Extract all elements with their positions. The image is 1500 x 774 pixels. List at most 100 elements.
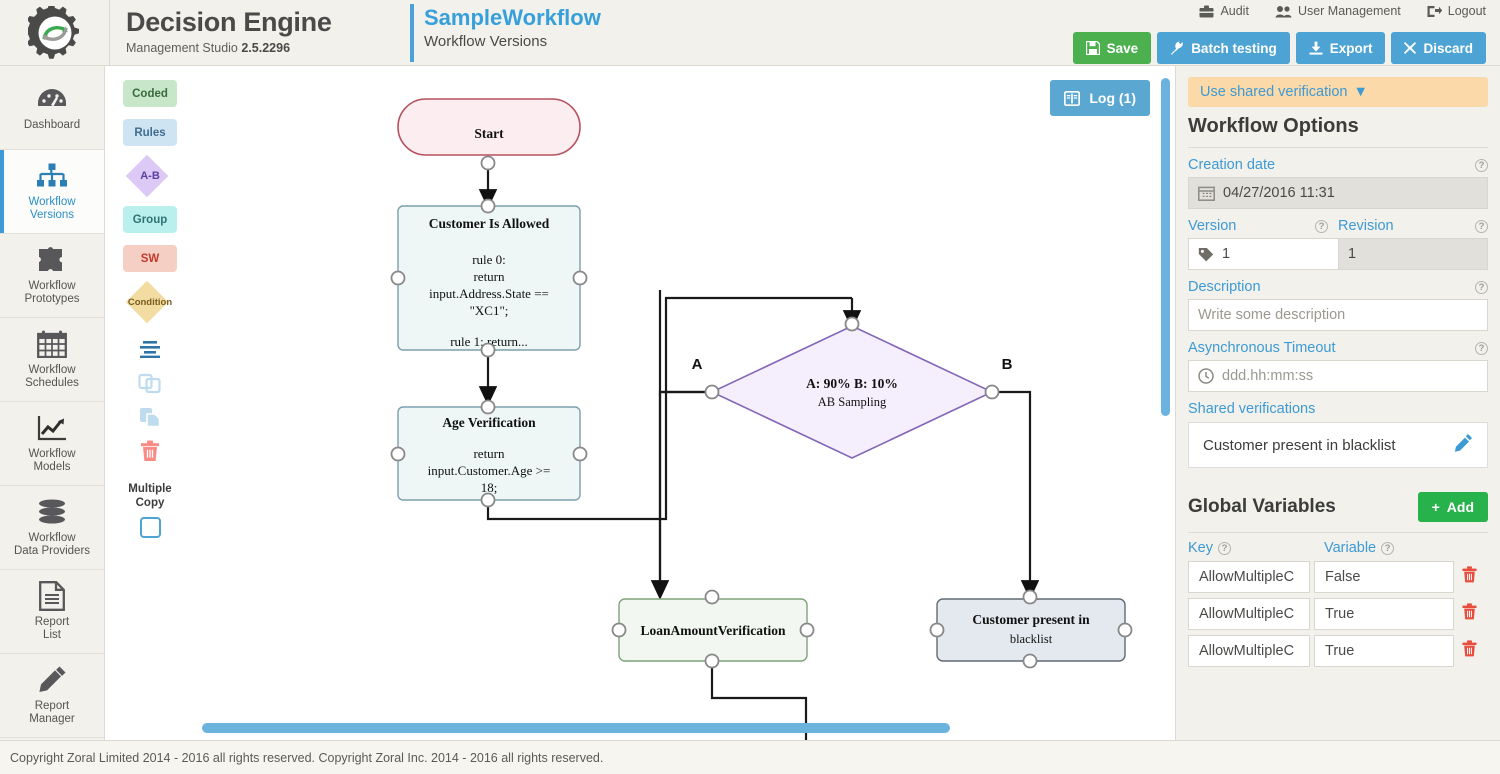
- sidebar-item-workflow-data-providers[interactable]: Workflow Data Providers: [0, 486, 104, 570]
- port-blacklist-right[interactable]: [1117, 622, 1133, 638]
- delete-global-variable-button[interactable]: [1458, 566, 1480, 588]
- port-ab-left[interactable]: [704, 384, 720, 400]
- port-loan-top[interactable]: [704, 589, 720, 605]
- node-customer-is-allowed[interactable]: Customer Is Allowed rule 0: return input…: [390, 198, 588, 358]
- batch-testing-button[interactable]: Batch testing: [1157, 32, 1290, 64]
- async-timeout-input[interactable]: ddd.hh:mm:ss: [1188, 360, 1488, 392]
- app-root: Decision Engine Management Studio 2.5.22…: [0, 0, 1500, 774]
- workflow-canvas[interactable]: Start Customer Is Allowed rule 0: return…: [194, 66, 1174, 740]
- delete-button[interactable]: [106, 434, 194, 468]
- column-key-label: Key: [1188, 540, 1213, 556]
- palette-coded[interactable]: Coded: [123, 80, 177, 107]
- global-variable-value-input[interactable]: False: [1314, 561, 1454, 593]
- nav-logout[interactable]: Logout: [1427, 2, 1486, 20]
- delete-global-variable-button[interactable]: [1458, 640, 1480, 662]
- sidebar-item-workflow-models[interactable]: Workflow Models: [0, 402, 104, 486]
- global-variable-key-input[interactable]: AllowMultipleC: [1188, 598, 1310, 630]
- log-button[interactable]: Log (1): [1050, 80, 1150, 116]
- port-customer-left[interactable]: [390, 270, 406, 286]
- version-help-icon[interactable]: ?: [1315, 219, 1328, 233]
- sidebar-item-report-list[interactable]: Report List: [0, 570, 104, 654]
- port-ab-right[interactable]: [984, 384, 1000, 400]
- sidebar-item-report-manager[interactable]: Report Manager: [0, 654, 104, 738]
- discard-button[interactable]: Discard: [1391, 32, 1486, 64]
- multiple-copy-label: Multiple Copy: [106, 482, 194, 510]
- trash-icon: [1462, 640, 1476, 657]
- revision-help-icon[interactable]: ?: [1475, 219, 1488, 233]
- canvas-horizontal-scrollbar[interactable]: [202, 723, 950, 733]
- port-loan-bottom[interactable]: [704, 653, 720, 669]
- multiple-copy-checkbox[interactable]: [139, 517, 161, 538]
- paste-button[interactable]: [106, 400, 194, 434]
- port-age-top[interactable]: [480, 399, 496, 415]
- node-ab-sampling[interactable]: A: 90% B: 10% AB Sampling A B: [692, 316, 1013, 459]
- description-help-icon[interactable]: ?: [1475, 280, 1488, 294]
- async-timeout-help-icon[interactable]: ?: [1475, 341, 1488, 355]
- port-loan-left[interactable]: [611, 622, 627, 638]
- rm-line2: Manager: [29, 713, 75, 725]
- column-variable-help-icon[interactable]: ?: [1381, 541, 1395, 555]
- global-variable-key-input[interactable]: AllowMultipleC: [1188, 635, 1310, 667]
- brand-subtitle-text: Management Studio: [126, 41, 242, 55]
- copy-button[interactable]: [106, 366, 194, 400]
- node-ab-subtitle: AB Sampling: [818, 395, 887, 409]
- dashboard-icon: [36, 84, 68, 114]
- port-loan-right[interactable]: [799, 622, 815, 638]
- workflow-heading: SampleWorkflow Workflow Versions: [424, 4, 601, 52]
- port-start-bottom[interactable]: [480, 155, 496, 171]
- port-blacklist-top[interactable]: [1022, 589, 1038, 605]
- description-input[interactable]: Write some description: [1188, 299, 1488, 331]
- top-header: Decision Engine Management Studio 2.5.22…: [0, 0, 1500, 66]
- trash-icon: [1462, 603, 1476, 620]
- palette-rules[interactable]: Rules: [123, 119, 177, 146]
- trash-icon: [1462, 566, 1476, 583]
- add-button-label: Add: [1446, 499, 1474, 515]
- export-button[interactable]: Export: [1295, 32, 1386, 64]
- global-variable-key-input[interactable]: AllowMultipleC: [1188, 561, 1310, 593]
- sidebar-item-workflow-versions[interactable]: Workflow Versions: [0, 150, 104, 234]
- port-customer-right[interactable]: [572, 270, 588, 286]
- palette-ab[interactable]: A-B: [119, 154, 181, 198]
- palette-sw[interactable]: SW: [123, 245, 177, 272]
- port-customer-bottom[interactable]: [480, 342, 496, 358]
- port-age-right[interactable]: [572, 446, 588, 462]
- creation-date-help-icon[interactable]: ?: [1475, 158, 1488, 172]
- node-customer-body-2: input.Address.State ==: [429, 286, 549, 301]
- delete-global-variable-button[interactable]: [1458, 603, 1480, 625]
- node-age-verification[interactable]: Age Verification return input.Customer.A…: [390, 399, 588, 508]
- shared-verification-item[interactable]: Customer present in blacklist: [1188, 422, 1488, 468]
- sidebar-item-workflow-schedules[interactable]: Workflow Schedules: [0, 318, 104, 402]
- sidebar-item-workflow-prototypes[interactable]: Workflow Prototypes: [0, 234, 104, 318]
- port-blacklist-left[interactable]: [929, 622, 945, 638]
- port-ab-top[interactable]: [844, 316, 860, 332]
- node-customer-present-blacklist[interactable]: Customer present in blacklist: [929, 589, 1133, 669]
- column-key-help-icon[interactable]: ?: [1218, 541, 1231, 555]
- workflow-name: SampleWorkflow: [424, 5, 601, 30]
- app-logo[interactable]: [0, 0, 110, 66]
- node-customer-body-1: return: [473, 269, 505, 284]
- save-button[interactable]: Save: [1072, 32, 1152, 64]
- version-input[interactable]: 1: [1188, 238, 1338, 270]
- align-button[interactable]: [106, 332, 194, 366]
- port-blacklist-bottom[interactable]: [1022, 653, 1038, 669]
- use-shared-verification-dropdown[interactable]: Use shared verification ▼: [1188, 77, 1488, 107]
- palette-condition[interactable]: Condition: [119, 280, 181, 324]
- port-customer-top[interactable]: [480, 198, 496, 214]
- node-start[interactable]: Start: [397, 98, 581, 171]
- global-variable-value-input[interactable]: True: [1314, 598, 1454, 630]
- creation-date-input[interactable]: 04/27/2016 11:31: [1188, 177, 1488, 209]
- revision-field: Revision ? 1: [1338, 218, 1488, 270]
- port-age-left[interactable]: [390, 446, 406, 462]
- global-variable-value-input[interactable]: True: [1314, 635, 1454, 667]
- sidebar-item-dashboard[interactable]: Dashboard: [0, 66, 104, 150]
- canvas-vertical-scrollbar[interactable]: [1161, 78, 1170, 416]
- wdp-line2: Data Providers: [13, 545, 91, 557]
- palette-group[interactable]: Group: [123, 206, 177, 233]
- edit-shared-verification-button[interactable]: [1454, 433, 1473, 457]
- calendar-icon: [37, 329, 67, 359]
- nav-audit[interactable]: Audit: [1199, 2, 1249, 20]
- port-age-bottom[interactable]: [480, 492, 496, 508]
- node-loan-amount-verification[interactable]: LoanAmountVerification: [611, 589, 815, 669]
- nav-user-management[interactable]: User Management: [1275, 2, 1401, 20]
- add-global-variable-button[interactable]: + Add: [1417, 492, 1488, 522]
